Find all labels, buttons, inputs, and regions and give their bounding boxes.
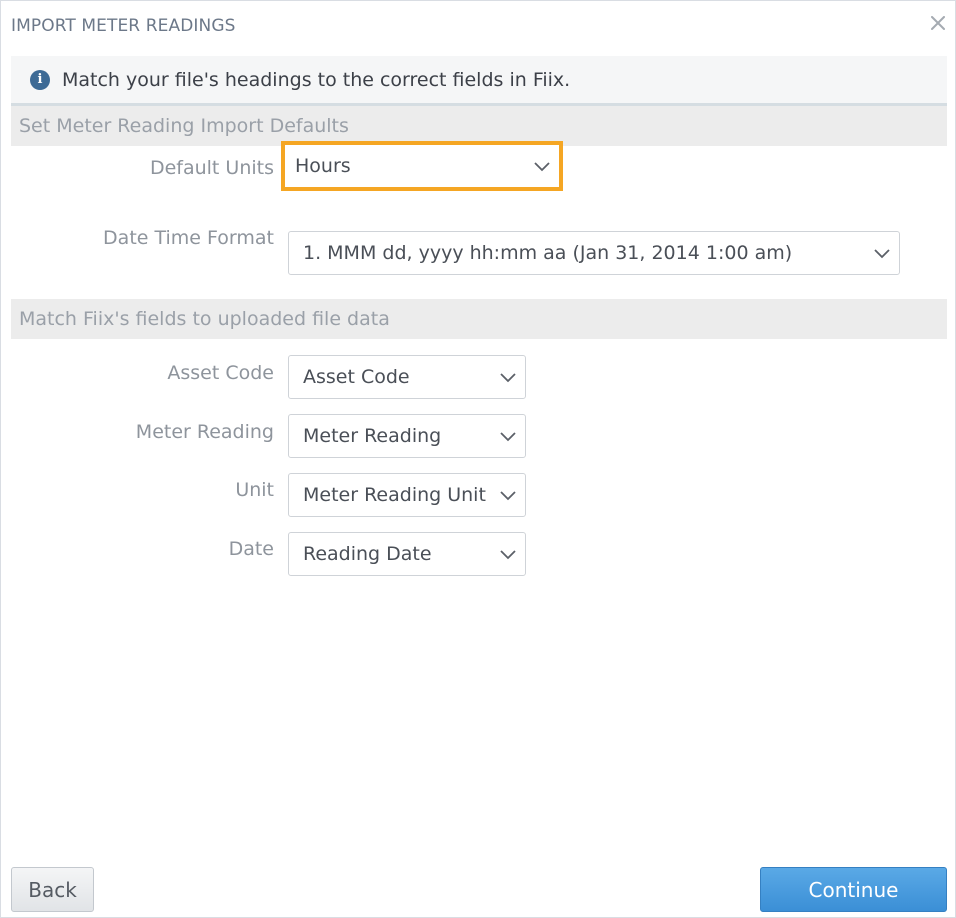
unit-value: Meter Reading Unit [303,484,486,506]
asset-code-label: Asset Code [167,362,274,384]
unit-select[interactable]: Meter Reading Unit [288,473,526,517]
info-icon: i [30,69,50,90]
dialog-title: IMPORT METER READINGS [11,16,236,36]
asset-code-select[interactable]: Asset Code [288,355,526,399]
meter-reading-value: Meter Reading [303,425,442,447]
chevron-down-icon [500,432,516,442]
meter-reading-select[interactable]: Meter Reading [288,414,526,458]
date-value: Reading Date [303,543,432,565]
back-button[interactable]: Back [11,867,94,912]
chevron-down-icon [500,550,516,560]
date-time-format-select[interactable]: 1. MMM dd, yyyy hh:mm aa (Jan 31, 2014 1… [288,231,900,275]
section-header-mapping: Match Fiix's fields to uploaded file dat… [11,299,947,339]
default-units-select[interactable]: Hours [281,141,563,191]
meter-reading-label: Meter Reading [135,421,274,443]
section-header-defaults: Set Meter Reading Import Defaults [11,106,947,146]
asset-code-value: Asset Code [303,366,410,388]
unit-label: Unit [235,479,274,501]
date-label: Date [228,538,274,560]
chevron-down-icon [874,249,890,259]
import-meter-readings-dialog: IMPORT METER READINGS i Match your file'… [0,0,956,918]
close-icon[interactable] [927,12,949,34]
chevron-down-icon [500,373,516,383]
info-text: Match your file's headings to the correc… [62,68,571,91]
default-units-label: Default Units [149,157,274,179]
date-time-format-label: Date Time Format [103,227,274,249]
info-banner: i Match your file's headings to the corr… [11,56,947,106]
continue-button[interactable]: Continue [760,867,947,912]
default-units-value: Hours [295,155,351,177]
chevron-down-icon [534,162,550,172]
date-time-format-value: 1. MMM dd, yyyy hh:mm aa (Jan 31, 2014 1… [303,242,793,264]
chevron-down-icon [500,491,516,501]
date-select[interactable]: Reading Date [288,532,526,576]
